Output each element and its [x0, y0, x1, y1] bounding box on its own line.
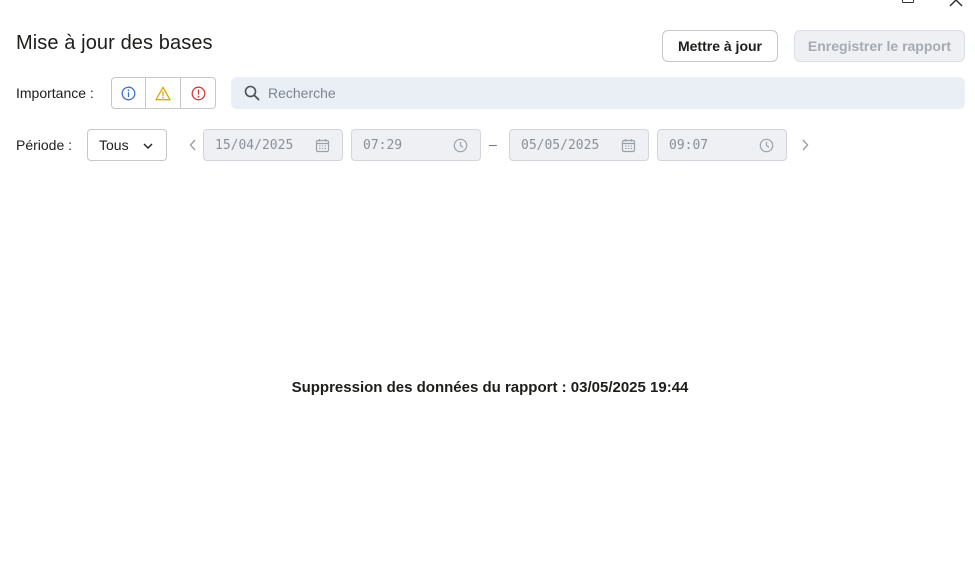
date-to-value: 05/05/2025	[521, 137, 600, 153]
period-select-value: Tous	[99, 137, 129, 153]
importance-label: Importance :	[16, 85, 94, 101]
chevron-down-icon	[143, 143, 153, 149]
calendar-icon[interactable]	[315, 138, 330, 153]
search-box[interactable]	[231, 77, 965, 109]
time-to-field[interactable]: 09:07	[657, 129, 787, 161]
update-button[interactable]: Mettre à jour	[662, 30, 778, 62]
chevron-left-icon[interactable]	[187, 137, 199, 153]
severity-error-button[interactable]	[181, 77, 216, 109]
period-filter-row: Période : Tous 15/04/2025 07:29 – 05/05/…	[16, 129, 965, 161]
severity-info-button[interactable]	[111, 77, 146, 109]
severity-toggle-group	[111, 77, 216, 109]
clock-icon[interactable]	[453, 138, 468, 153]
warning-icon	[155, 86, 171, 100]
report-deletion-message: Suppression des données du rapport : 03/…	[291, 379, 689, 396]
range-separator: –	[489, 136, 497, 152]
info-icon	[121, 86, 136, 100]
date-to-field[interactable]: 05/05/2025	[509, 129, 649, 161]
restore-icon[interactable]	[902, 0, 914, 3]
chevron-right-icon[interactable]	[799, 137, 811, 153]
period-select[interactable]: Tous	[87, 129, 167, 161]
time-from-value: 07:29	[363, 137, 403, 153]
search-icon	[244, 85, 260, 101]
period-label: Période :	[16, 137, 73, 153]
error-icon	[191, 86, 205, 100]
time-to-value: 09:07	[669, 137, 709, 153]
save-report-button[interactable]: Enregistrer le rapport	[794, 30, 965, 62]
time-from-field[interactable]: 07:29	[351, 129, 481, 161]
question-icon[interactable]	[806, 0, 814, 5]
clock-icon[interactable]	[759, 138, 774, 153]
date-from-field[interactable]: 15/04/2025	[203, 129, 343, 161]
calendar-icon[interactable]	[621, 138, 636, 153]
importance-filter-row: Importance :	[16, 77, 965, 109]
search-input[interactable]	[268, 85, 948, 101]
severity-warning-button[interactable]	[146, 77, 181, 109]
date-from-value: 15/04/2025	[215, 137, 294, 153]
header: Mise à jour des bases Mettre à jour Enre…	[16, 30, 965, 62]
page-title: Mise à jour des bases	[16, 32, 213, 54]
close-icon[interactable]	[948, 0, 964, 8]
